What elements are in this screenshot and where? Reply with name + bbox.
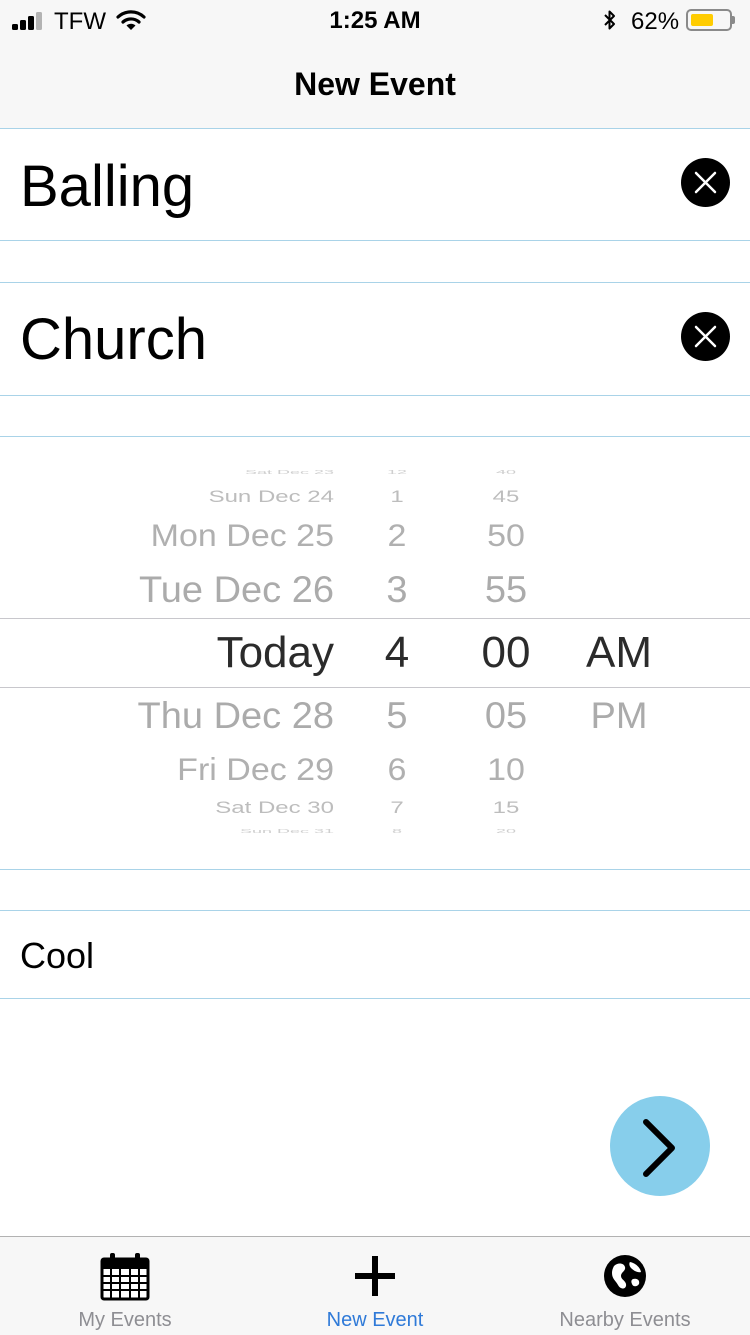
picker-item[interactable]: Sat Dec 30 xyxy=(90,794,334,822)
picker-item[interactable] xyxy=(572,466,666,478)
picker-item[interactable]: Tue Dec 26 xyxy=(90,570,334,609)
picker-selection-bottom-line xyxy=(0,687,750,688)
tab-bar: My Events New Event Nearby Events xyxy=(0,1236,750,1335)
tab-label: Nearby Events xyxy=(559,1309,691,1331)
picker-item[interactable]: 15 xyxy=(460,794,552,822)
divider xyxy=(0,436,750,437)
picker-item[interactable] xyxy=(572,752,666,789)
navigation-bar: New Event xyxy=(0,40,750,129)
next-button[interactable] xyxy=(610,1096,710,1196)
picker-item[interactable]: 4 xyxy=(362,631,432,675)
picker-item[interactable]: 7 xyxy=(362,794,432,822)
status-bar: TFW 1:25 AM 62% xyxy=(0,0,750,40)
picker-item[interactable] xyxy=(572,483,666,511)
picker-item[interactable]: Mon Dec 25 xyxy=(90,518,334,555)
picker-item[interactable]: 3 xyxy=(362,570,432,609)
divider xyxy=(0,395,750,396)
globe-icon xyxy=(604,1255,646,1297)
battery-tip xyxy=(732,16,735,24)
picker-item[interactable] xyxy=(572,518,666,555)
picker-item[interactable]: 50 xyxy=(460,518,552,555)
date-time-picker[interactable]: Sat Dec 23 Sun Dec 24 Mon Dec 25 Tue Dec 26… xyxy=(0,450,750,850)
picker-minute-column[interactable]: 40 45 50 55 00 05 10 15 20 xyxy=(460,450,552,850)
picker-item[interactable]: Today xyxy=(90,631,334,675)
picker-date-column[interactable]: Sat Dec 23 Sun Dec 24 Mon Dec 25 Tue Dec 26… xyxy=(90,450,334,850)
picker-item[interactable]: 12 xyxy=(362,466,432,478)
close-icon xyxy=(694,325,717,348)
picker-hour-column[interactable]: 12 1 2 3 4 5 6 7 8 xyxy=(362,450,432,850)
close-icon xyxy=(694,171,717,194)
picker-ampm-column[interactable]: AM PM xyxy=(572,450,666,850)
picker-item[interactable] xyxy=(572,570,666,609)
battery-percentage: 62% xyxy=(631,8,680,35)
picker-item[interactable]: Sun Dec 24 xyxy=(90,483,334,511)
tab-nearby-events[interactable]: Nearby Events xyxy=(500,1237,750,1335)
picker-item[interactable]: 40 xyxy=(460,466,552,478)
battery-icon xyxy=(686,9,732,31)
divider xyxy=(0,240,750,241)
divider xyxy=(0,998,750,999)
picker-item[interactable]: 8 xyxy=(362,825,432,837)
bluetooth-icon xyxy=(604,10,615,30)
tab-label: New Event xyxy=(326,1309,424,1331)
picker-item[interactable]: PM xyxy=(572,696,666,735)
clear-location-button[interactable] xyxy=(681,312,730,361)
plus-icon xyxy=(355,1256,395,1296)
picker-item[interactable]: 5 xyxy=(362,696,432,735)
picker-item[interactable] xyxy=(572,794,666,822)
picker-item[interactable]: 55 xyxy=(460,570,552,609)
event-name-field[interactable]: Balling xyxy=(20,152,660,222)
clear-event-name-button[interactable] xyxy=(681,158,730,207)
picker-item[interactable]: 6 xyxy=(362,752,432,789)
tab-label: My Events xyxy=(78,1309,172,1331)
picker-item[interactable]: Sun Dec 31 xyxy=(90,825,334,837)
divider xyxy=(0,869,750,870)
calendar-icon xyxy=(100,1253,150,1301)
picker-selection-top-line xyxy=(0,618,750,619)
picker-item[interactable]: Thu Dec 28 xyxy=(90,696,334,735)
picker-item[interactable]: 2 xyxy=(362,518,432,555)
picker-item[interactable]: 00 xyxy=(460,631,552,675)
tab-new-event[interactable]: New Event xyxy=(250,1237,500,1335)
tab-my-events[interactable]: My Events xyxy=(0,1237,250,1335)
picker-item[interactable]: 1 xyxy=(362,483,432,511)
chevron-right-icon xyxy=(643,1119,675,1177)
picker-item[interactable]: 45 xyxy=(460,483,552,511)
location-field[interactable]: Church xyxy=(20,305,660,375)
picker-item[interactable]: 20 xyxy=(460,825,552,837)
picker-item[interactable] xyxy=(572,825,666,837)
picker-item[interactable]: Fri Dec 29 xyxy=(90,752,334,789)
picker-item[interactable]: AM xyxy=(572,631,666,675)
picker-item[interactable]: 05 xyxy=(460,696,552,735)
page-title: New Event xyxy=(294,66,456,102)
picker-item[interactable]: Sat Dec 23 xyxy=(90,466,334,478)
notes-field[interactable]: Cool xyxy=(20,932,94,980)
divider xyxy=(0,910,750,911)
picker-item[interactable]: 10 xyxy=(460,752,552,789)
divider xyxy=(0,282,750,283)
